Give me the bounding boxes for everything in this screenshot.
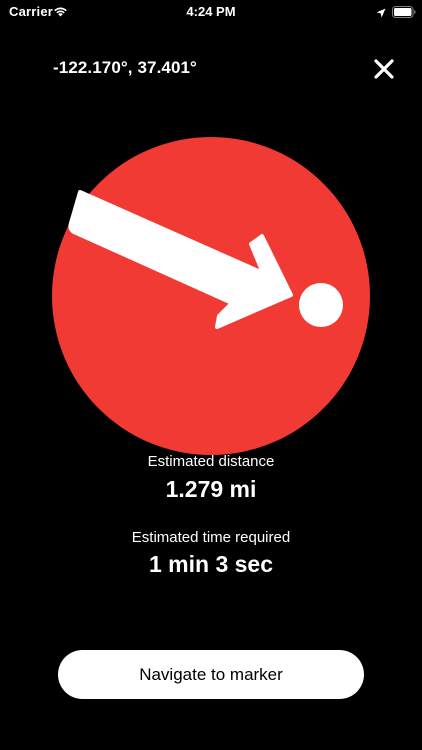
navigate-to-marker-button[interactable]: Navigate to marker [58, 650, 364, 699]
battery-icon [392, 5, 416, 18]
distance-label: Estimated distance [147, 453, 275, 470]
location-arrow-icon [376, 5, 386, 18]
distance-value: 1.279 mi [165, 476, 257, 502]
status-bar: Carrier 4:24 PM [0, 0, 422, 24]
status-time: 4:24 PM [186, 4, 236, 19]
time-label: Estimated time required [131, 529, 291, 546]
close-icon [374, 59, 394, 79]
time-value: 1 min 3 sec [148, 551, 274, 577]
coordinates-label: -122.170°, 37.401° [53, 58, 197, 77]
close-button[interactable] [370, 55, 398, 83]
target-marker [299, 283, 343, 327]
direction-indicator [52, 137, 370, 455]
